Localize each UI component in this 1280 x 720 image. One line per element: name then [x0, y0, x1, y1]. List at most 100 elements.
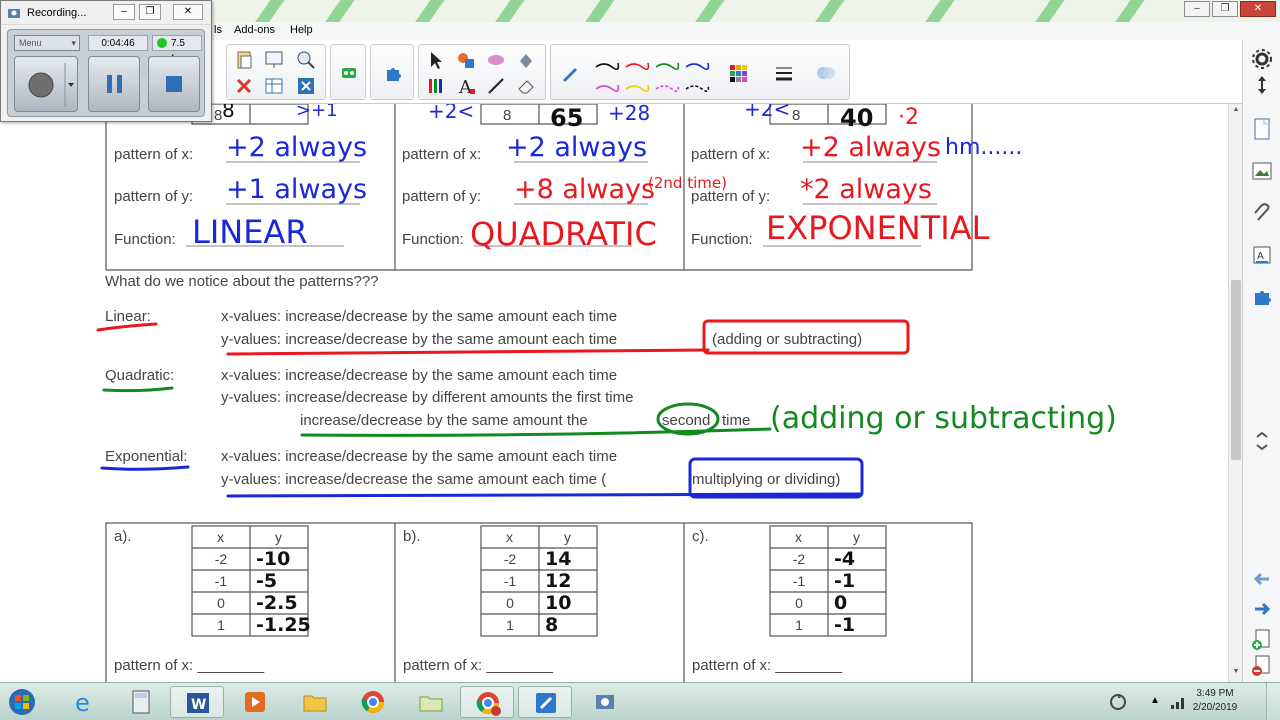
cell-3-top-note: +2<: [744, 104, 790, 121]
properties-icon[interactable]: A: [1249, 242, 1275, 268]
table-cell-y: 12: [545, 570, 571, 592]
table-cell-x: -2: [215, 551, 228, 567]
recorder-minimize-button[interactable]: ‒: [113, 4, 135, 20]
record-button[interactable]: [14, 56, 78, 112]
add-page-icon[interactable]: [1249, 626, 1275, 652]
scrollbar-thumb[interactable]: [1231, 280, 1241, 460]
table-cell-x: 0: [506, 595, 514, 611]
gear-icon[interactable]: [1249, 46, 1275, 72]
puzzle-icon[interactable]: [382, 62, 404, 84]
page-sorter-icon[interactable]: [1249, 116, 1275, 142]
zoom-icon[interactable]: [295, 49, 317, 71]
line-icon[interactable]: [485, 75, 507, 97]
exponential-x-line: x-values: increase/decrease by the same …: [221, 448, 617, 465]
show-desktop-button[interactable]: [1266, 683, 1280, 720]
scroll-down-arrow-icon[interactable]: ▼: [1231, 668, 1241, 678]
side-tabs: A: [1242, 40, 1280, 682]
taskbar-chrome[interactable]: [346, 686, 400, 718]
collapse-arrows-icon[interactable]: [1249, 428, 1275, 454]
recorder-menu-dropdown[interactable]: Menu ▾: [14, 35, 80, 51]
attachments-icon[interactable]: [1249, 200, 1275, 226]
taskbar-calculator[interactable]: [114, 686, 168, 718]
stop-button[interactable]: [148, 56, 200, 112]
quadratic-y-line2: increase/decrease by the same amount the: [300, 412, 588, 429]
recorder-title-bar[interactable]: Recording... ‒ ❐ ✕: [1, 1, 211, 25]
screen-capture-icon[interactable]: [295, 75, 317, 97]
move-sidebar-icon[interactable]: [1249, 72, 1275, 98]
screen-shade-icon[interactable]: [263, 49, 285, 71]
menu-item-tools[interactable]: ls: [214, 24, 222, 36]
cell-3-pattern-x-note: hm......: [945, 135, 1022, 160]
pens-icon[interactable]: [425, 75, 447, 97]
magic-pen-icon[interactable]: [485, 49, 507, 71]
gallery-icon[interactable]: [1249, 158, 1275, 184]
network-sync-icon[interactable]: [1108, 692, 1128, 712]
windows-logo-icon: [9, 689, 35, 715]
pen-icon[interactable]: [559, 62, 581, 84]
cell-3-function-value: EXPONENTIAL: [766, 209, 990, 247]
next-page-icon[interactable]: [1249, 596, 1275, 622]
linear-y-box-text: (adding or subtracting): [712, 331, 862, 348]
cell-3-pattern-x-value: +2 always: [800, 132, 941, 163]
delete-page-icon[interactable]: [1249, 652, 1275, 678]
previous-page-icon[interactable]: [1249, 566, 1275, 592]
table-cell-x: 0: [217, 595, 225, 611]
cell-1-function-value: LINEAR: [192, 213, 308, 251]
vertical-scrollbar[interactable]: ▲ ▼: [1228, 104, 1242, 682]
addons-icon[interactable]: [338, 62, 360, 84]
recorder-controls: Menu ▾ 0:04:46 7.5 fps: [7, 29, 205, 117]
svg-text:e: e: [75, 689, 90, 716]
table-cell-y: -10: [256, 548, 290, 570]
start-button[interactable]: [0, 686, 46, 718]
color-palette-icon[interactable]: [727, 62, 749, 84]
paste-icon[interactable]: [233, 49, 255, 71]
taskbar-smart-notebook[interactable]: [518, 686, 572, 718]
taskbar-media[interactable]: [228, 686, 282, 718]
select-icon[interactable]: [425, 49, 447, 71]
transparency-icon[interactable]: [815, 62, 837, 84]
toolbar-group-edit: [226, 44, 326, 100]
table-cell-x: 1: [506, 617, 514, 633]
chevron-down-icon: ▾: [71, 38, 76, 48]
pause-button[interactable]: [88, 56, 140, 112]
problem-label: c).: [692, 528, 709, 545]
taskbar-chrome-profile[interactable]: [460, 686, 514, 718]
fill-icon[interactable]: [515, 49, 537, 71]
taskbar-internet-explorer[interactable]: e: [58, 686, 112, 718]
line-width-icon[interactable]: [773, 62, 795, 84]
table-icon[interactable]: [263, 75, 285, 97]
recorder-close-button[interactable]: ✕: [173, 4, 203, 20]
clock[interactable]: 3:49 PM 2/20/2019: [1180, 687, 1250, 715]
table-header-y: y: [564, 529, 571, 545]
close-button[interactable]: ✕: [1240, 1, 1276, 17]
taskbar-explorer[interactable]: [288, 686, 342, 718]
scroll-up-arrow-icon[interactable]: ▲: [1231, 106, 1241, 116]
shapes-icon[interactable]: [455, 49, 477, 71]
text-icon[interactable]: A: [455, 75, 477, 98]
delete-icon[interactable]: [233, 75, 255, 97]
line-styles-icon[interactable]: [591, 53, 721, 97]
recorder-fps: 7.5 fps: [152, 35, 202, 65]
svg-text:A: A: [1257, 251, 1264, 262]
tray-arrow-icon[interactable]: ▲: [1150, 695, 1160, 706]
problem-tables: a). x y-2-101-10-5-2.5-1.25pattern of x: _…: [114, 525, 887, 674]
recorder-window[interactable]: Recording... ‒ ❐ ✕ Menu ▾ 0:04:46 7.5 fps: [0, 0, 212, 122]
table-cell-y: -4: [834, 548, 855, 570]
quadratic-label: Quadratic:: [105, 367, 174, 384]
taskbar-recorder[interactable]: [578, 686, 632, 718]
eraser-icon[interactable]: [515, 75, 537, 97]
addons-tab-icon[interactable]: [1249, 284, 1275, 310]
cell-2-top-note: +2<: [428, 104, 474, 123]
menu-item-help[interactable]: Help: [290, 24, 313, 36]
toolbar-group-pen-properties: [550, 44, 850, 100]
menu-item-addons[interactable]: Add-ons: [234, 24, 275, 36]
status-dot-icon: [157, 38, 167, 48]
recorder-maximize-button[interactable]: ❐: [139, 4, 161, 20]
worksheet-canvas[interactable]: 8 8 8 pattern of x: pattern of y: Functi…: [0, 104, 1228, 682]
maximize-button[interactable]: ❐: [1212, 1, 1238, 17]
taskbar-folder[interactable]: [404, 686, 458, 718]
taskbar-word[interactable]: W: [170, 686, 224, 718]
minimize-button[interactable]: ‒: [1184, 1, 1210, 17]
notebook-page[interactable]: 8 8 8 pattern of x: pattern of y: Functi…: [0, 104, 1228, 682]
media-player-icon: [245, 692, 265, 712]
